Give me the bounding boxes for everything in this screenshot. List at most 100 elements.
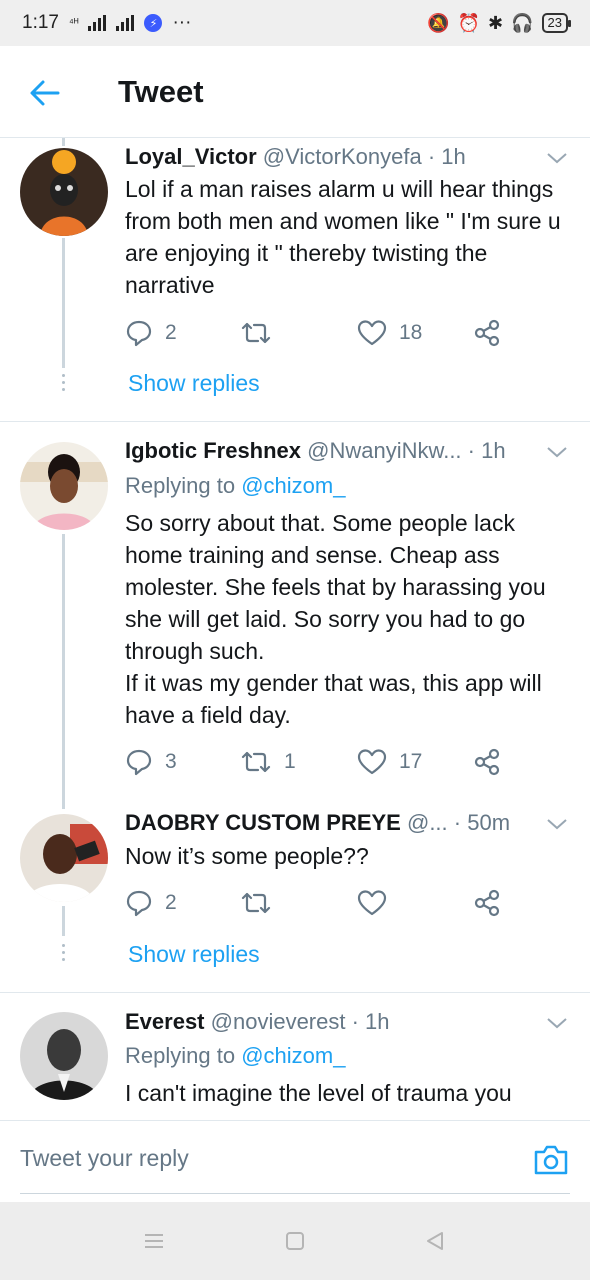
reply-count: 3: [165, 750, 177, 773]
chevron-down-icon[interactable]: [545, 1015, 569, 1031]
tweet-header: Everest @novieverest · 1h: [125, 1007, 390, 1037]
tweet-header: DAOBRY CUSTOM PREYE @... · 50m: [125, 808, 510, 838]
system-nav-bar: [0, 1202, 590, 1280]
tweet-text: I can't imagine the level of trauma you: [125, 1080, 512, 1106]
like-button[interactable]: 18: [357, 316, 422, 350]
share-button[interactable]: [473, 886, 501, 920]
reply-button[interactable]: 2: [125, 316, 177, 350]
mention-link[interactable]: @chizom_: [241, 473, 345, 498]
mute-icon: 🔕: [427, 12, 450, 33]
chevron-down-icon[interactable]: [545, 150, 569, 166]
signal-icon: [88, 15, 107, 31]
thread-line: [62, 138, 65, 146]
tweet-text: Lol if a man raises alarm u will hear th…: [125, 176, 568, 298]
tweet-time: · 1h: [427, 144, 466, 169]
reply-bar: Tweet your reply: [0, 1120, 590, 1202]
messenger-icon: ⚡: [144, 14, 163, 32]
like-count: 18: [399, 321, 423, 344]
camera-icon[interactable]: [532, 1143, 570, 1177]
reply-count: 2: [165, 891, 177, 914]
tweet-time: · 1h: [467, 438, 506, 463]
retweet-button[interactable]: [240, 886, 272, 920]
author-handle[interactable]: @novieverest: [211, 1009, 346, 1034]
network-type: ⁴ᴴ: [68, 17, 79, 29]
reply-underline: [20, 1193, 570, 1194]
mention-link[interactable]: @chizom_: [241, 1043, 345, 1068]
avatar[interactable]: [20, 814, 108, 902]
menu-icon[interactable]: [143, 1230, 165, 1252]
like-count: 17: [399, 750, 423, 773]
avatar[interactable]: [20, 442, 108, 530]
author-handle[interactable]: @NwanyiNkw...: [307, 438, 461, 463]
show-replies-link[interactable]: Show replies: [128, 939, 260, 969]
reply-button[interactable]: 2: [125, 886, 177, 920]
replying-to: Replying to @chizom_: [125, 471, 345, 501]
tweet-actions: 2: [125, 886, 525, 920]
thread-line: [62, 238, 65, 368]
retweet-button[interactable]: 1: [240, 745, 296, 779]
retweet-button[interactable]: [240, 316, 284, 350]
app-header: Tweet: [0, 46, 590, 138]
reply-icon: [126, 890, 152, 917]
home-icon[interactable]: [284, 1230, 306, 1252]
heart-icon: [357, 320, 387, 346]
reply-icon: [126, 320, 152, 347]
share-icon: [474, 748, 500, 776]
tweet-time: · 50m: [453, 810, 511, 835]
page-title: Tweet: [118, 74, 204, 109]
tweet-text: Now it’s some people??: [125, 843, 369, 869]
replying-to-label: Replying to: [125, 473, 242, 498]
show-replies-link[interactable]: Show replies: [128, 368, 260, 398]
retweet-icon: [241, 892, 271, 914]
share-icon: [474, 319, 500, 347]
status-bar: 1:17 ⁴ᴴ ⚡ ··· 🔕 ⏰ ✱ 🎧 23: [0, 0, 590, 46]
tweet-header: Igbotic Freshnex @NwanyiNkw... · 1h: [125, 436, 506, 466]
share-button[interactable]: [473, 316, 501, 350]
back-icon[interactable]: [424, 1230, 446, 1252]
share-icon: [474, 889, 500, 917]
like-button[interactable]: 17: [357, 745, 422, 779]
reply-icon: [126, 749, 152, 776]
thread-dots: [62, 944, 65, 965]
tweet-text: So sorry about that. Some people lack ho…: [125, 510, 546, 728]
reply-count: 2: [165, 321, 177, 344]
author-name[interactable]: Loyal_Victor: [125, 144, 257, 169]
battery-icon: 23: [541, 13, 572, 33]
tweet-header: Loyal_Victor @VictorKonyefa · 1h: [125, 142, 466, 172]
replying-to: Replying to @chizom_: [125, 1041, 345, 1071]
alarm-icon: ⏰: [457, 12, 481, 33]
headphones-icon: 🎧: [511, 12, 534, 33]
author-name[interactable]: Igbotic Freshnex: [125, 438, 301, 463]
thread-line: [62, 906, 65, 936]
divider: [0, 421, 590, 422]
thread-dots: [62, 374, 65, 395]
author-name[interactable]: Everest: [125, 1009, 205, 1034]
avatar[interactable]: [20, 1012, 108, 1100]
heart-icon: [357, 890, 387, 916]
signal-icon-2: [116, 15, 135, 31]
more-notifications-icon: ···: [172, 12, 192, 33]
chevron-down-icon[interactable]: [545, 816, 569, 832]
reply-button[interactable]: 3: [125, 745, 177, 779]
bluetooth-icon: ✱: [488, 12, 504, 33]
status-time: 1:17: [22, 12, 59, 33]
retweet-icon: [241, 751, 271, 773]
retweet-count: 1: [284, 750, 296, 773]
author-handle[interactable]: @...: [407, 810, 448, 835]
divider: [0, 992, 590, 993]
share-button[interactable]: [473, 745, 501, 779]
tweet-actions: 2 18: [125, 316, 525, 350]
author-name[interactable]: DAOBRY CUSTOM PREYE: [125, 810, 401, 835]
author-handle[interactable]: @VictorKonyefa: [263, 144, 422, 169]
tweet-time: · 1h: [351, 1009, 390, 1034]
avatar[interactable]: [20, 148, 108, 236]
retweet-icon: [241, 322, 271, 344]
like-button[interactable]: [357, 886, 387, 920]
tweet-actions: 3 1 17: [125, 745, 525, 779]
thread-line: [62, 534, 65, 809]
reply-input[interactable]: Tweet your reply: [20, 1145, 189, 1172]
back-arrow-icon[interactable]: [28, 76, 62, 110]
replying-to-label: Replying to: [125, 1043, 242, 1068]
heart-icon: [357, 749, 387, 775]
chevron-down-icon[interactable]: [545, 444, 569, 460]
